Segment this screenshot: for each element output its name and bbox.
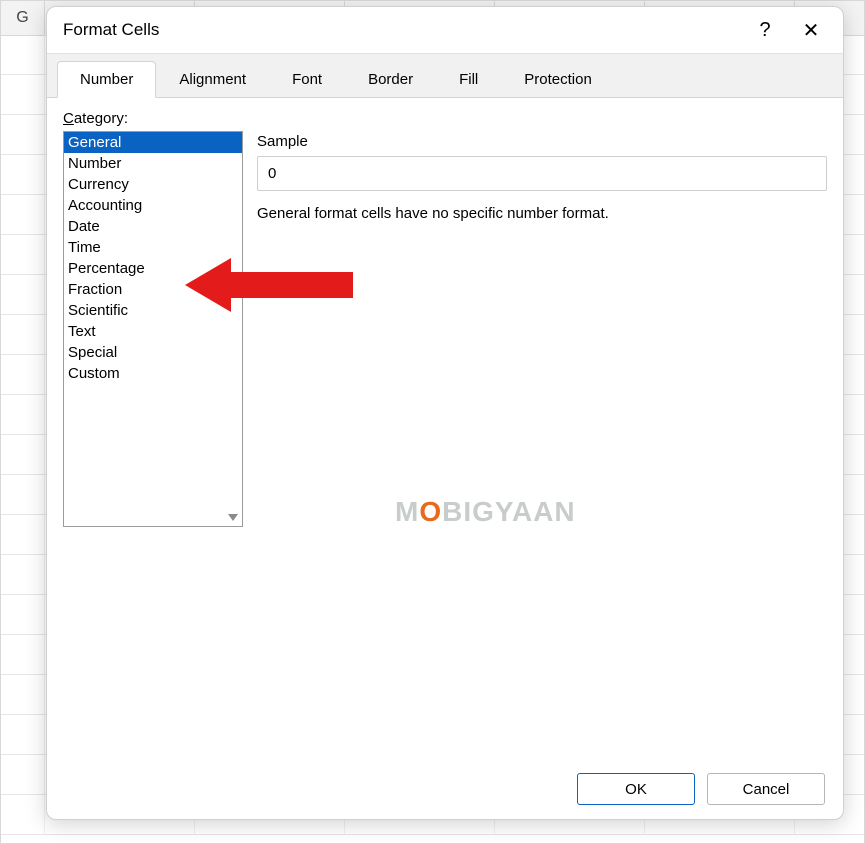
category-item-special[interactable]: Special xyxy=(64,342,242,363)
tab-fill[interactable]: Fill xyxy=(436,61,501,98)
tab-label: Font xyxy=(292,71,322,88)
category-item-fraction[interactable]: Fraction xyxy=(64,279,242,300)
format-cells-dialog: Format Cells ? ✕ Number Alignment Font B… xyxy=(46,6,844,820)
column-header-blank: G xyxy=(1,1,45,35)
dialog-title: Format Cells xyxy=(63,20,753,40)
category-item-currency[interactable]: Currency xyxy=(64,174,242,195)
ok-button[interactable]: OK xyxy=(577,773,695,805)
scroll-down-icon[interactable] xyxy=(224,508,242,526)
category-item-accounting[interactable]: Accounting xyxy=(64,195,242,216)
category-item-time[interactable]: Time xyxy=(64,237,242,258)
category-item-number[interactable]: Number xyxy=(64,153,242,174)
tab-alignment[interactable]: Alignment xyxy=(156,61,269,98)
tab-number[interactable]: Number xyxy=(57,61,156,98)
tab-protection[interactable]: Protection xyxy=(501,61,615,98)
sample-value-box: 0 xyxy=(257,156,827,191)
category-item-text[interactable]: Text xyxy=(64,321,242,342)
tab-border[interactable]: Border xyxy=(345,61,436,98)
tab-label: Border xyxy=(368,71,413,88)
cancel-button[interactable]: Cancel xyxy=(707,773,825,805)
category-item-percentage[interactable]: Percentage xyxy=(64,258,242,279)
dialog-footer: OK Cancel xyxy=(47,758,843,819)
category-item-scientific[interactable]: Scientific xyxy=(64,300,242,321)
dialog-titlebar[interactable]: Format Cells ? ✕ xyxy=(47,7,843,53)
category-item-date[interactable]: Date xyxy=(64,216,242,237)
category-listbox[interactable]: GeneralNumberCurrencyAccountingDateTimeP… xyxy=(63,131,243,527)
button-label: Cancel xyxy=(743,781,790,798)
watermark-text: MOBIGYAAN xyxy=(395,496,576,528)
button-label: OK xyxy=(625,781,647,798)
tab-label: Protection xyxy=(524,71,592,88)
tab-label: Alignment xyxy=(179,71,246,88)
tab-strip: Number Alignment Font Border Fill Protec… xyxy=(47,53,843,98)
tab-font[interactable]: Font xyxy=(269,61,345,98)
close-button[interactable]: ✕ xyxy=(799,18,823,42)
category-description: General format cells have no specific nu… xyxy=(257,205,827,222)
number-tab-panel: Category: GeneralNumberCurrencyAccountin… xyxy=(47,98,843,758)
category-label: Category: xyxy=(63,110,827,127)
tab-label: Fill xyxy=(459,71,478,88)
tab-label: Number xyxy=(80,71,133,88)
category-item-general[interactable]: General xyxy=(64,132,242,153)
help-button[interactable]: ? xyxy=(753,18,777,42)
category-item-custom[interactable]: Custom xyxy=(64,363,242,384)
sample-label: Sample xyxy=(257,133,827,150)
close-icon: ✕ xyxy=(803,18,820,43)
